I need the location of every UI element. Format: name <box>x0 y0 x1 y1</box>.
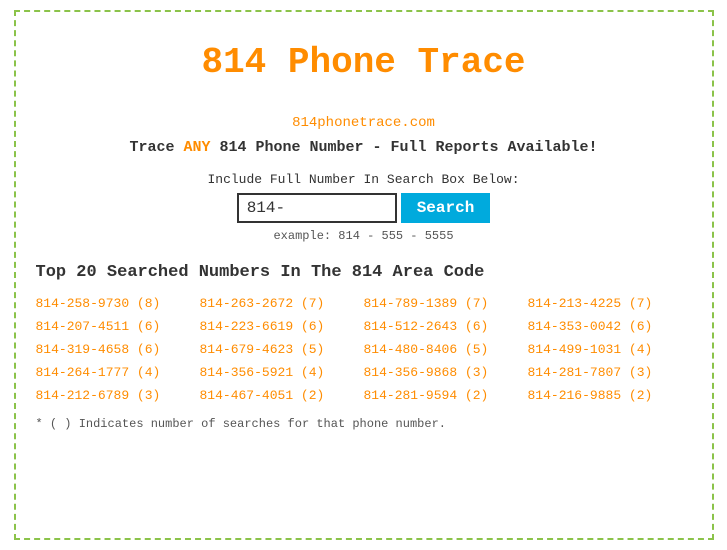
number-link[interactable]: 814-216-9885 (2) <box>528 386 692 405</box>
number-link[interactable]: 814-512-2643 (6) <box>364 317 528 336</box>
number-link[interactable]: 814-356-5921 (4) <box>200 363 364 382</box>
search-button[interactable]: Search <box>401 193 491 223</box>
tagline-any: ANY <box>183 139 210 156</box>
number-link[interactable]: 814-353-0042 (6) <box>528 317 692 336</box>
search-section: Include Full Number In Search Box Below:… <box>36 172 692 243</box>
footnote: * ( ) Indicates number of searches for t… <box>36 417 692 431</box>
number-link[interactable]: 814-679-4623 (5) <box>200 340 364 359</box>
number-link[interactable]: 814-258-9730 (8) <box>36 294 200 313</box>
main-container: 814 Phone Trace 814phonetrace.com Trace … <box>14 10 714 540</box>
number-link[interactable]: 814-212-6789 (3) <box>36 386 200 405</box>
search-row: Search <box>36 193 692 223</box>
site-url-link[interactable]: 814phonetrace.com <box>292 115 435 131</box>
number-link[interactable]: 814-480-8406 (5) <box>364 340 528 359</box>
number-link[interactable]: 814-207-4511 (6) <box>36 317 200 336</box>
number-link[interactable]: 814-223-6619 (6) <box>200 317 364 336</box>
tagline-suffix: 814 Phone Number - Full Reports Availabl… <box>210 139 597 156</box>
number-link[interactable]: 814-281-7807 (3) <box>528 363 692 382</box>
search-label: Include Full Number In Search Box Below: <box>36 172 692 187</box>
number-link[interactable]: 814-319-4658 (6) <box>36 340 200 359</box>
number-link[interactable]: 814-499-1031 (4) <box>528 340 692 359</box>
top-numbers-title: Top 20 Searched Numbers In The 814 Area … <box>36 263 692 282</box>
number-link[interactable]: 814-356-9868 (3) <box>364 363 528 382</box>
tagline: Trace ANY 814 Phone Number - Full Report… <box>36 139 692 156</box>
search-input[interactable] <box>237 193 397 223</box>
number-link[interactable]: 814-264-1777 (4) <box>36 363 200 382</box>
tagline-prefix: Trace <box>129 139 183 156</box>
search-example: example: 814 - 555 - 5555 <box>36 229 692 243</box>
number-link[interactable]: 814-281-9594 (2) <box>364 386 528 405</box>
number-link[interactable]: 814-467-4051 (2) <box>200 386 364 405</box>
numbers-grid: 814-258-9730 (8)814-263-2672 (7)814-789-… <box>36 294 692 405</box>
number-link[interactable]: 814-263-2672 (7) <box>200 294 364 313</box>
page-title: 814 Phone Trace <box>36 22 692 113</box>
number-link[interactable]: 814-789-1389 (7) <box>364 294 528 313</box>
site-link-container: 814phonetrace.com <box>36 113 692 131</box>
number-link[interactable]: 814-213-4225 (7) <box>528 294 692 313</box>
